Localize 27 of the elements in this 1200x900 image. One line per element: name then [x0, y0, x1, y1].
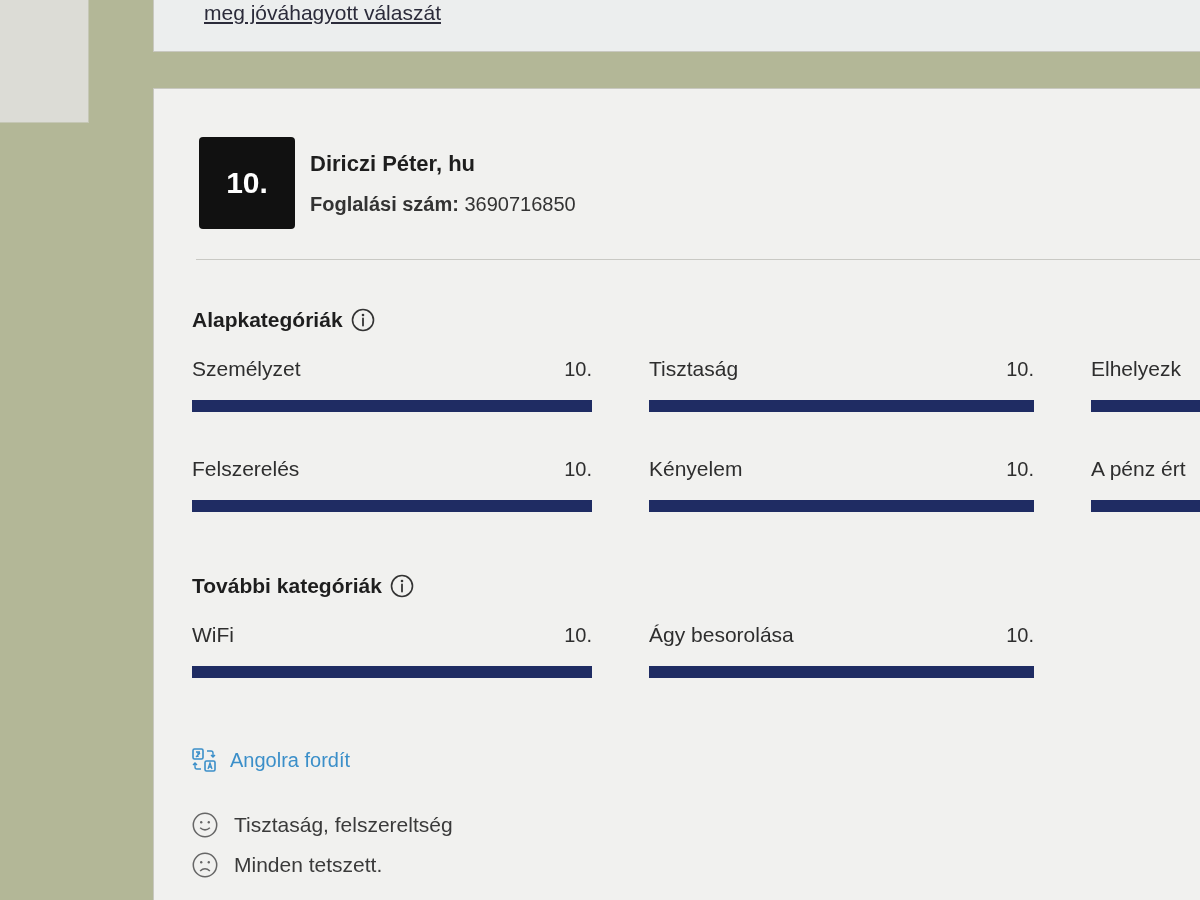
category-label: A pénz ért: [1091, 456, 1186, 482]
category-score: 10.: [564, 457, 592, 482]
review-remark: Minden tetszett.: [234, 853, 383, 877]
booking-number: Foglalási szám: 3690716850: [310, 192, 576, 216]
category-label: Kényelem: [649, 456, 743, 482]
category-score: 10.: [1006, 623, 1034, 648]
category-score: 10.: [564, 357, 592, 382]
translate-icon[interactable]: [192, 748, 216, 772]
score-badge: 10.: [199, 137, 295, 229]
section-title: Alapkategóriák: [192, 308, 343, 332]
section-title: További kategóriák: [192, 574, 382, 598]
smiley-icon: [192, 812, 218, 838]
reviewer-name: Diriczi Péter, hu: [310, 150, 477, 177]
category-label: Személyzet: [192, 356, 301, 382]
category-label: Elhelyezk: [1091, 356, 1181, 382]
approved-reply-link[interactable]: meg jóváhagyott válaszát: [204, 0, 441, 26]
category-score: 10.: [1006, 357, 1034, 382]
category-score: 10.: [564, 623, 592, 648]
info-icon[interactable]: [389, 574, 414, 598]
category-label: Felszerelés: [192, 456, 300, 482]
category-label: Ágy besorolása: [649, 622, 794, 648]
frown-icon: [192, 852, 218, 878]
review-remark: Tisztaság, felszereltség: [234, 813, 453, 837]
info-icon[interactable]: [350, 308, 375, 332]
category-score: 10.: [1006, 457, 1034, 482]
category-label: Tisztaság: [649, 356, 739, 382]
category-label: WiFi: [192, 622, 234, 648]
